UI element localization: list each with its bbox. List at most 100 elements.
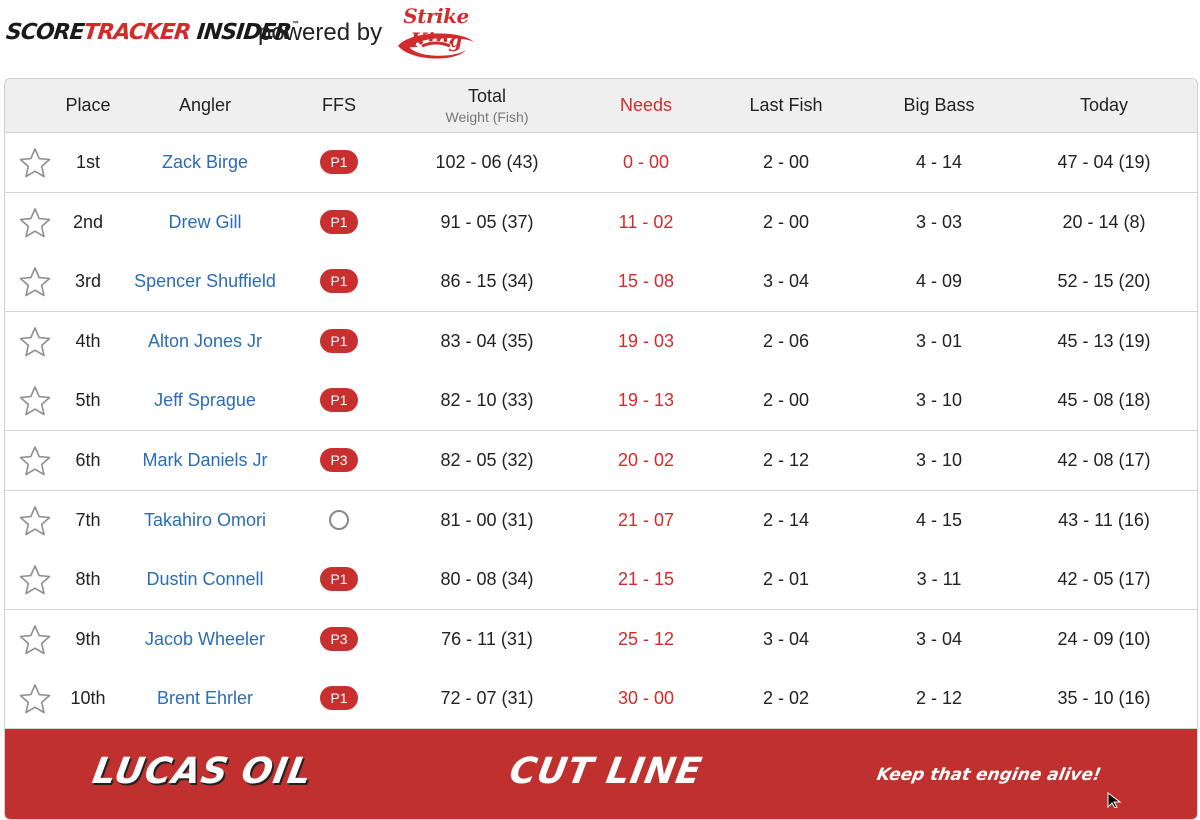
column-header-ffs[interactable]: FFS	[322, 79, 356, 132]
last-fish-cell: 2 - 12	[762, 450, 810, 470]
leaderboard-table: Place Angler FFS Total Weight (Fish) Nee…	[4, 78, 1198, 820]
needs-cell: 19 - 13	[617, 390, 675, 411]
ffs-badge: P1	[320, 567, 358, 592]
angler-link[interactable]: Jacob Wheeler	[145, 610, 265, 669]
strike-king-swoosh-icon	[398, 33, 474, 59]
today-cell: 45 - 13 (19)	[1057, 330, 1151, 351]
circle-outline-icon	[329, 509, 349, 530]
angler-link[interactable]: Takahiro Omori	[144, 491, 266, 550]
big-bass-cell: 3 - 10	[915, 450, 963, 470]
last-fish-cell: 2 - 01	[762, 569, 810, 590]
star-outline-icon[interactable]	[18, 266, 52, 298]
ffs-badge: P1	[320, 388, 358, 413]
place-cell: 10th	[70, 688, 106, 709]
star-outline-icon[interactable]	[18, 207, 52, 239]
column-header-place[interactable]: Place	[65, 79, 110, 132]
total-weight-cell: 86 - 15 (34)	[440, 271, 534, 292]
angler-link[interactable]: Zack Birge	[162, 133, 248, 192]
total-weight-cell: 72 - 07 (31)	[440, 688, 534, 709]
star-outline-icon[interactable]	[18, 385, 52, 417]
big-bass-cell: 3 - 03	[915, 211, 963, 232]
total-weight-cell: 102 - 06 (43)	[435, 152, 539, 172]
last-fish-cell: 2 - 14	[762, 509, 810, 530]
logo-score-text: SCORE	[4, 20, 85, 45]
total-weight-cell: 82 - 05 (32)	[440, 450, 534, 470]
place-cell: 6th	[75, 450, 101, 470]
table-row[interactable]: 1st Zack Birge P1 102 - 06 (43) 0 - 00 2 - 00…	[5, 133, 1197, 193]
angler-link[interactable]: Alton Jones Jr	[148, 312, 262, 371]
column-label: Big Bass	[903, 95, 975, 115]
angler-link[interactable]: Drew Gill	[168, 193, 241, 252]
today-cell: 20 - 14 (8)	[1062, 211, 1146, 232]
angler-link[interactable]: Dustin Connell	[146, 550, 263, 609]
scoretracker-logo: SCORETRACKER INSIDER™	[5, 20, 300, 45]
column-header-big-bass[interactable]: Big Bass	[903, 79, 974, 132]
mouse-pointer-icon	[1107, 792, 1122, 808]
last-fish-cell: 2 - 00	[762, 152, 810, 172]
table-row[interactable]: 4th Alton Jones Jr P1 83 - 04 (35) 19 - 03 2 …	[5, 311, 1197, 372]
column-label: Total	[467, 86, 507, 106]
total-weight-cell: 91 - 05 (37)	[440, 211, 534, 232]
total-weight-cell: 83 - 04 (35)	[440, 330, 534, 351]
star-outline-icon[interactable]	[18, 445, 52, 477]
star-outline-icon[interactable]	[18, 624, 52, 656]
needs-cell: 19 - 03	[617, 330, 675, 351]
logo-tracker-text: TRACKER	[82, 20, 192, 45]
angler-link[interactable]: Mark Daniels Jr	[142, 431, 267, 490]
last-fish-cell: 2 - 00	[762, 390, 810, 411]
place-cell: 3rd	[74, 271, 102, 292]
ffs-badge: P1	[320, 209, 358, 234]
column-header-needs[interactable]: Needs	[620, 79, 672, 132]
angler-link[interactable]: Spencer Shuffield	[134, 252, 276, 311]
star-outline-icon[interactable]	[18, 505, 52, 537]
star-outline-icon[interactable]	[18, 326, 52, 358]
table-row[interactable]: 2nd Drew Gill P1 91 - 05 (37) 11 - 02 2 - 00 3…	[5, 192, 1197, 253]
star-outline-icon[interactable]	[18, 683, 52, 715]
column-label: Last Fish	[749, 95, 823, 115]
last-fish-cell: 2 - 02	[762, 688, 810, 709]
table-row[interactable]: 5th Jeff Sprague P1 82 - 10 (33) 19 - 13 2 - …	[5, 371, 1197, 432]
today-cell: 45 - 08 (18)	[1057, 390, 1151, 411]
table-row[interactable]: 7th Takahiro Omori 81 - 00 (31) 21 - 07 2 - …	[5, 490, 1197, 551]
column-label: Needs	[619, 95, 673, 115]
column-header-angler[interactable]: Angler	[179, 79, 231, 132]
table-row[interactable]: 8th Dustin Connell P1 80 - 08 (34) 21 - 15 2 …	[5, 550, 1197, 611]
column-label: Today	[1079, 95, 1129, 115]
star-outline-icon[interactable]	[18, 564, 52, 596]
today-cell: 42 - 08 (17)	[1057, 450, 1151, 470]
table-row[interactable]: 9th Jacob Wheeler P3 76 - 11 (31) 25 - 12 3 -…	[5, 609, 1197, 670]
column-sublabel: Weight (Fish)	[445, 109, 529, 125]
place-cell: 8th	[75, 569, 101, 590]
last-fish-cell: 2 - 00	[762, 211, 810, 232]
today-cell: 24 - 09 (10)	[1057, 628, 1151, 649]
big-bass-cell: 2 - 12	[915, 688, 963, 709]
angler-link[interactable]: Brent Ehrler	[157, 669, 253, 728]
column-header-last-fish[interactable]: Last Fish	[749, 79, 822, 132]
place-cell: 2nd	[72, 211, 104, 232]
big-bass-cell: 3 - 04	[915, 628, 963, 649]
table-row[interactable]: 10th Brent Ehrler P1 72 - 07 (31) 30 - 00 2 -…	[5, 669, 1197, 730]
today-cell: 42 - 05 (17)	[1057, 569, 1151, 590]
today-cell: 47 - 04 (19)	[1057, 152, 1151, 172]
table-row[interactable]: 6th Mark Daniels Jr P3 82 - 05 (32) 20 - 02 2…	[5, 431, 1197, 491]
ffs-badge: P3	[320, 448, 358, 472]
ffs-badge: P3	[320, 626, 358, 651]
big-bass-cell: 3 - 01	[915, 330, 963, 351]
big-bass-cell: 4 - 15	[915, 509, 963, 530]
place-cell: 1st	[75, 152, 101, 172]
big-bass-cell: 3 - 10	[915, 390, 963, 411]
needs-cell: 21 - 07	[617, 509, 675, 530]
column-label: Place	[65, 95, 111, 115]
star-outline-icon[interactable]	[18, 147, 52, 179]
powered-by-text: powered by	[258, 19, 383, 46]
needs-cell: 0 - 00	[622, 152, 670, 172]
column-header-today[interactable]: Today	[1080, 79, 1128, 132]
total-weight-cell: 82 - 10 (33)	[440, 390, 534, 411]
angler-link[interactable]: Jeff Sprague	[154, 371, 256, 430]
column-header-total[interactable]: Total Weight (Fish)	[446, 79, 529, 132]
table-row[interactable]: 3rd Spencer Shuffield P1 86 - 15 (34) 15 - 0…	[5, 252, 1197, 313]
big-bass-cell: 4 - 09	[915, 271, 963, 292]
place-cell: 7th	[75, 509, 101, 530]
big-bass-cell: 4 - 14	[915, 152, 963, 172]
table-header: Place Angler FFS Total Weight (Fish) Nee…	[5, 79, 1197, 133]
